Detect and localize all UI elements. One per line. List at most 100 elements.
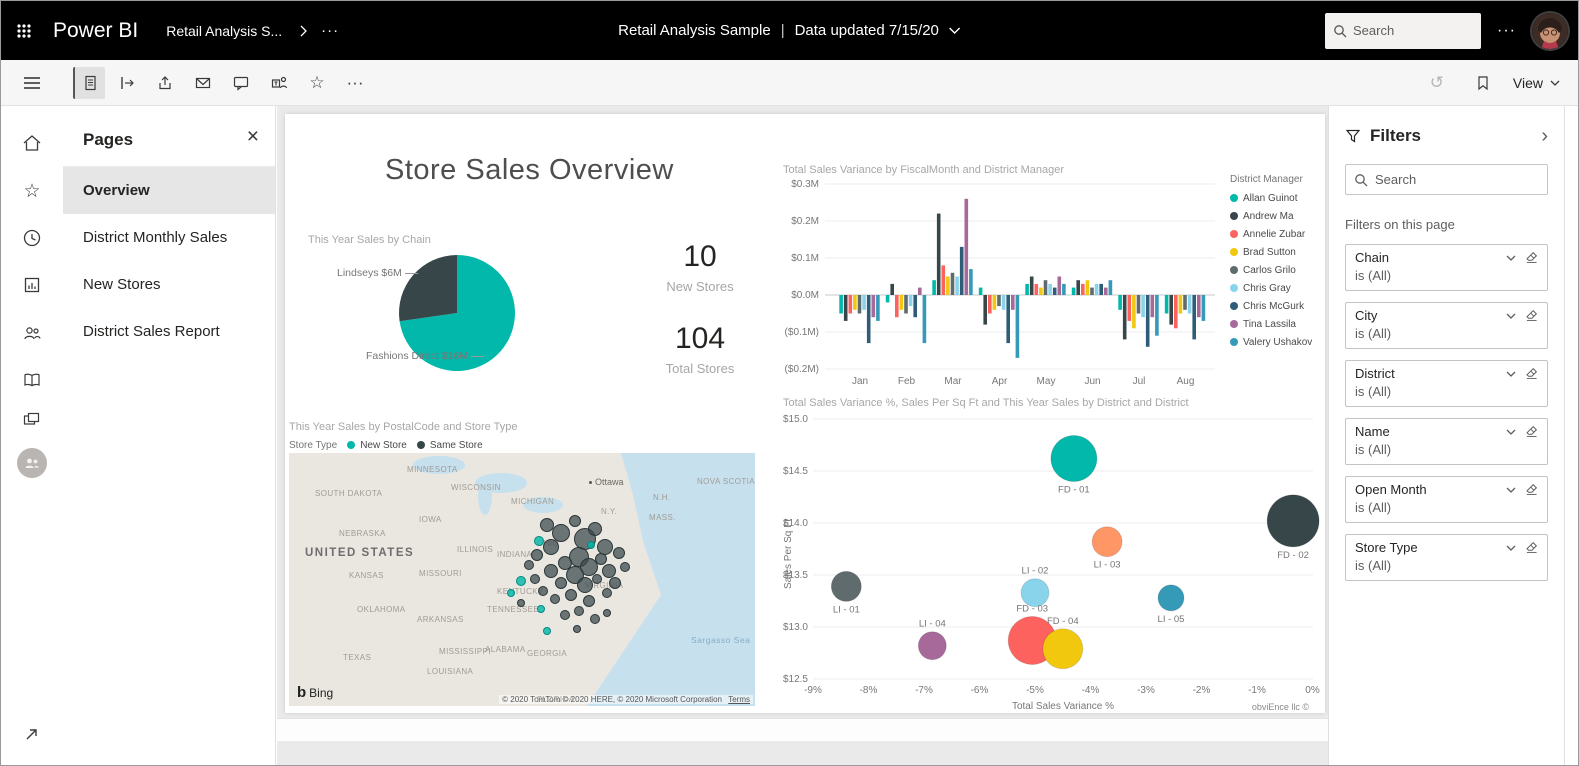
file-icon[interactable]: [73, 67, 105, 99]
email-icon[interactable]: [187, 67, 219, 99]
bing-map[interactable]: b Bing © 2020 TomTom © 2020 HERE, © 2020…: [289, 453, 755, 706]
view-menu[interactable]: View: [1513, 75, 1560, 91]
chevron-down-icon[interactable]: [1506, 371, 1516, 377]
chevron-down-icon[interactable]: [1506, 255, 1516, 261]
close-pages-icon[interactable]: ×: [247, 126, 259, 147]
clear-filter-eraser-icon[interactable]: [1525, 309, 1538, 322]
map-store-bubble[interactable]: [516, 576, 526, 586]
kpi-card[interactable]: 10New Stores: [620, 240, 780, 294]
map-store-bubble[interactable]: [543, 539, 559, 555]
shared-with-me-icon[interactable]: [15, 316, 49, 350]
scatter-chart[interactable]: $15.0$14.5$14.0$13.5$13.0$12.5-9%-8%-7%-…: [783, 409, 1323, 713]
bing-logo[interactable]: b Bing: [297, 684, 333, 701]
map-store-bubble[interactable]: [602, 564, 616, 578]
breadcrumb-more-icon[interactable]: ···: [321, 22, 339, 39]
teams-icon[interactable]: [263, 67, 295, 99]
map-store-bubble[interactable]: [569, 515, 581, 527]
chevron-down-icon[interactable]: [1506, 545, 1516, 551]
map-store-bubble[interactable]: [534, 536, 544, 546]
map-store-bubble[interactable]: [590, 614, 600, 624]
waffle-menu-icon[interactable]: [1, 1, 47, 60]
filters-search-input[interactable]: [1375, 172, 1535, 187]
horizontal-scrollbar[interactable]: [277, 718, 1328, 741]
clear-filter-eraser-icon[interactable]: [1525, 541, 1538, 554]
filter-card[interactable]: Nameis (All): [1345, 418, 1548, 465]
pages-list-item[interactable]: Overview: [63, 167, 275, 214]
map-store-bubble[interactable]: [587, 541, 595, 549]
pie-chart[interactable]: [382, 238, 532, 388]
kpi-cards[interactable]: 10New Stores104Total Stores: [620, 240, 780, 404]
map-store-bubble[interactable]: [543, 627, 551, 635]
filter-card[interactable]: Store Typeis (All): [1345, 534, 1548, 581]
map-store-bubble[interactable]: [555, 577, 567, 589]
map-store-bubble[interactable]: [538, 586, 548, 596]
map-store-bubble[interactable]: [574, 606, 584, 616]
filter-card[interactable]: Open Monthis (All): [1345, 476, 1548, 523]
legend-item[interactable]: Brad Sutton: [1230, 243, 1322, 261]
pages-list-item[interactable]: District Sales Report: [63, 308, 275, 355]
comment-icon[interactable]: [225, 67, 257, 99]
legend-item[interactable]: Allan Guinot: [1230, 189, 1322, 207]
legend-item[interactable]: Andrew Ma: [1230, 207, 1322, 225]
map-store-bubble[interactable]: [613, 547, 625, 559]
scatter-chart-visual[interactable]: Total Sales Variance %, Sales Per Sq Ft …: [783, 397, 1323, 713]
legend-item[interactable]: Annelie Zubar: [1230, 225, 1322, 243]
home-icon[interactable]: [15, 126, 49, 160]
filters-search[interactable]: [1345, 164, 1548, 195]
recent-clock-icon[interactable]: [15, 221, 49, 255]
pages-list-item[interactable]: District Monthly Sales: [63, 214, 275, 261]
map-store-bubble[interactable]: [530, 574, 540, 584]
map-store-bubble[interactable]: [583, 595, 595, 607]
legend-item[interactable]: New Store: [347, 438, 407, 452]
workspace-avatar[interactable]: [15, 446, 49, 480]
map-store-bubble[interactable]: [592, 574, 602, 584]
breadcrumb[interactable]: Retail Analysis S...: [166, 23, 282, 39]
map-store-bubble[interactable]: [565, 589, 577, 601]
pages-list-item[interactable]: New Stores: [63, 261, 275, 308]
map-store-bubble[interactable]: [595, 553, 607, 565]
learn-book-icon[interactable]: [15, 363, 49, 397]
search-input[interactable]: [1353, 23, 1463, 38]
right-scrollbar-gutter[interactable]: [1564, 106, 1578, 765]
chevron-down-icon[interactable]: [1506, 313, 1516, 319]
favorite-star-icon[interactable]: ☆: [301, 67, 333, 99]
clear-filter-eraser-icon[interactable]: [1525, 425, 1538, 438]
pie-chart-visual[interactable]: This Year Sales by Chain Fashions Direct…: [297, 226, 647, 416]
bar-chart[interactable]: $0.3M$0.2M$0.1M$0.0M($0.1M)($0.2M)JanFeb…: [783, 172, 1223, 392]
share-icon[interactable]: [149, 67, 181, 99]
map-store-bubble[interactable]: [588, 522, 602, 536]
map-visual[interactable]: This Year Sales by PostalCode and Store …: [289, 417, 755, 709]
chevron-down-icon[interactable]: [1506, 429, 1516, 435]
map-store-bubble[interactable]: [603, 609, 611, 617]
map-store-bubble[interactable]: [537, 605, 545, 613]
export-icon[interactable]: [111, 67, 143, 99]
bar-chart-visual[interactable]: Total Sales Variance by FiscalMonth and …: [783, 162, 1323, 402]
legend-item[interactable]: Chris McGurk: [1230, 297, 1322, 315]
legend-item[interactable]: Valery Ushakov: [1230, 333, 1322, 351]
map-store-bubble[interactable]: [544, 564, 558, 578]
map-store-bubble[interactable]: [602, 588, 612, 598]
collapse-filters-icon[interactable]: ›: [1541, 126, 1548, 146]
header-more-icon[interactable]: ···: [1497, 22, 1516, 40]
map-store-bubble[interactable]: [507, 589, 515, 597]
map-store-bubble[interactable]: [620, 562, 630, 572]
global-search[interactable]: [1325, 13, 1481, 49]
map-store-bubble[interactable]: [517, 599, 525, 607]
apps-icon[interactable]: [15, 268, 49, 302]
clear-filter-eraser-icon[interactable]: [1525, 483, 1538, 496]
workspaces-icon[interactable]: [15, 402, 49, 436]
hamburger-menu-icon[interactable]: [1, 60, 63, 106]
user-avatar[interactable]: [1532, 13, 1568, 49]
chevron-down-icon[interactable]: [1506, 487, 1516, 493]
map-store-bubble[interactable]: [573, 625, 581, 633]
legend-item[interactable]: Carlos Grilo: [1230, 261, 1322, 279]
app-logo[interactable]: Power BI: [53, 19, 138, 43]
chevron-down-icon[interactable]: [949, 27, 961, 34]
report-title-bar[interactable]: Retail Analysis Sample | Data updated 7/…: [618, 22, 961, 39]
legend-item[interactable]: Chris Gray: [1230, 279, 1322, 297]
favorites-icon[interactable]: ☆: [15, 174, 49, 208]
diagonal-arrow-icon[interactable]: [15, 717, 49, 751]
filter-card[interactable]: Chainis (All): [1345, 244, 1548, 291]
terms-link[interactable]: Terms: [728, 695, 750, 704]
bookmark-icon[interactable]: [1467, 67, 1499, 99]
